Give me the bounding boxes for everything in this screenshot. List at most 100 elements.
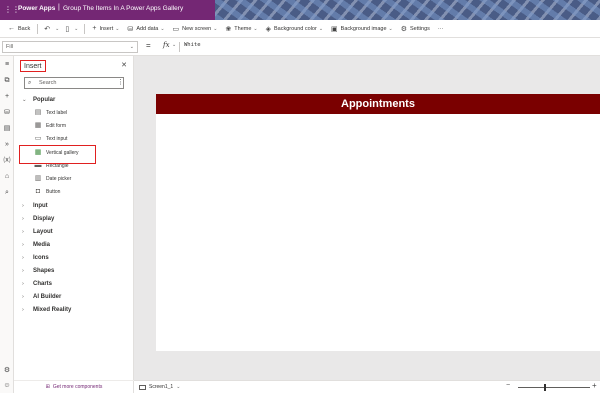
document-title: Group The Items In A Power Apps Gallery xyxy=(63,5,184,12)
insert-item-text-input[interactable]: ▭ Text input xyxy=(34,132,128,145)
gear-icon: ⚙ xyxy=(400,25,408,33)
settings-label: Settings xyxy=(410,25,430,32)
title-separator: | xyxy=(58,4,60,11)
paste-button[interactable]: ▯ ⌄ xyxy=(62,20,81,38)
title-bar-pattern xyxy=(215,0,600,20)
category-charts[interactable]: › Charts xyxy=(14,277,132,290)
power-automate-icon[interactable]: » xyxy=(2,140,12,150)
formula-input[interactable]: White xyxy=(184,42,201,48)
category-media[interactable]: › Media xyxy=(14,238,132,251)
category-popular[interactable]: ⌄ Popular xyxy=(14,93,132,106)
close-icon[interactable]: ✕ xyxy=(121,61,127,69)
chevron-down-icon[interactable]: ⌄ xyxy=(172,42,176,48)
insert-button[interactable]: + Insert ⌄ xyxy=(88,20,123,38)
search-placeholder: Search xyxy=(39,80,57,86)
app-screen[interactable]: Appointments xyxy=(156,94,600,351)
add-data-label: Add data xyxy=(136,25,159,32)
add-data-button[interactable]: ⛁ Add data ⌄ xyxy=(123,20,168,38)
category-layout[interactable]: › Layout xyxy=(14,225,132,238)
insert-item-label: Edit form xyxy=(46,122,67,129)
divider xyxy=(179,42,180,52)
more-icon: ··· xyxy=(437,25,444,32)
property-dropdown[interactable]: Fill ⌄ xyxy=(2,41,138,53)
screen-selector[interactable]: Screen1_1 ⌄ xyxy=(139,383,180,392)
search-input[interactable]: ⌕ Search xyxy=(24,77,124,89)
text-input-icon: ▭ xyxy=(34,134,42,142)
formula-bar: Fill ⌄ = fx ⌄ White xyxy=(0,38,600,56)
category-label: Input xyxy=(33,202,48,209)
category-ai-builder[interactable]: › AI Builder xyxy=(14,290,132,303)
chevron-down-icon: ⌄ xyxy=(388,25,393,32)
get-more-label: Get more components xyxy=(52,384,103,390)
settings-button[interactable]: ⚙ Settings xyxy=(397,20,434,38)
zoom-slider-thumb[interactable] xyxy=(544,384,546,391)
get-more-components-link[interactable]: ⊞ Get more components xyxy=(14,380,134,393)
theme-button[interactable]: ❀ Theme ⌄ xyxy=(221,20,261,38)
image-icon: ▣ xyxy=(331,25,338,33)
search-icon: ⌕ xyxy=(28,80,32,86)
background-image-button[interactable]: ▣ Background image ⌄ xyxy=(327,20,397,38)
more-vertical-icon[interactable]: ⋮ xyxy=(117,78,124,86)
undo-icon: ↶ xyxy=(44,25,51,33)
paste-icon: ▯ xyxy=(65,25,70,33)
waffle-icon[interactable]: ⋮⋮ xyxy=(4,5,20,15)
insert-panel-title: Insert xyxy=(20,60,46,72)
chevron-right-icon: › xyxy=(22,293,24,300)
category-label: AI Builder xyxy=(33,293,62,300)
chevron-right-icon: › xyxy=(22,306,24,313)
chevron-down-icon: ⌄ xyxy=(74,25,79,32)
insert-item-text-label[interactable]: ▤ Text label xyxy=(34,106,128,119)
equals-sign: = xyxy=(146,41,151,50)
new-screen-button[interactable]: ▭ New screen ⌄ xyxy=(169,20,222,38)
category-label: Popular xyxy=(33,96,56,103)
undo-button[interactable]: ↶ ⌄ xyxy=(41,20,62,38)
account-icon[interactable]: ☺ xyxy=(2,381,12,391)
screen-name: Screen1_1 xyxy=(149,384,174,390)
new-screen-icon: ▭ xyxy=(172,25,180,33)
chevron-down-icon: ⌄ xyxy=(213,25,218,32)
category-mixed-reality[interactable]: › Mixed Reality xyxy=(14,303,132,316)
highlight-box xyxy=(19,145,96,164)
search-icon[interactable]: ⌕ xyxy=(2,188,12,198)
category-icons[interactable]: › Icons xyxy=(14,251,132,264)
chevron-right-icon: › xyxy=(22,254,24,261)
data-icon[interactable]: ⛁ xyxy=(2,108,12,118)
property-name: Fill xyxy=(6,44,14,50)
zoom-in-button[interactable]: + xyxy=(592,381,597,390)
hamburger-icon[interactable]: ≡ xyxy=(2,60,12,70)
back-button[interactable]: ← Back xyxy=(4,20,34,38)
media-icon[interactable]: ▤ xyxy=(2,124,12,134)
button-icon: ◘ xyxy=(35,187,41,195)
insert-item-label: Button xyxy=(46,188,61,195)
zoom-out-button[interactable]: − xyxy=(506,382,510,389)
header-label[interactable]: Appointments xyxy=(156,94,600,114)
insert-item-date-picker[interactable]: ▥ Date picker xyxy=(34,172,128,185)
variables-icon[interactable]: ⒳ xyxy=(2,156,12,166)
more-button[interactable]: ··· xyxy=(434,20,448,38)
category-input[interactable]: › Input xyxy=(14,199,132,212)
category-display[interactable]: › Display xyxy=(14,212,132,225)
background-color-button[interactable]: ◈ Background color ⌄ xyxy=(262,20,327,38)
chevron-right-icon: › xyxy=(22,280,24,287)
plus-icon: + xyxy=(92,25,97,32)
paint-bucket-icon: ◈ xyxy=(265,25,272,33)
chevron-down-icon: ⌄ xyxy=(176,384,181,390)
new-screen-label: New screen xyxy=(182,25,212,32)
category-label: Icons xyxy=(33,254,49,261)
theme-label: Theme xyxy=(234,25,252,32)
chevron-down-icon: ⌄ xyxy=(160,25,165,32)
add-components-icon: ⊞ xyxy=(45,384,50,390)
insert-item-label: Text label xyxy=(46,109,68,116)
category-shapes[interactable]: › Shapes xyxy=(14,264,132,277)
insert-item-button[interactable]: ◘ Button xyxy=(34,185,128,198)
title-bar: ⋮⋮ Power Apps | Group The Items In A Pow… xyxy=(0,0,600,20)
insert-item-edit-form[interactable]: ▦ Edit form xyxy=(34,119,128,132)
fx-icon[interactable]: fx xyxy=(163,41,170,49)
settings-icon[interactable]: ⚙ xyxy=(2,366,12,376)
tree-view-icon[interactable]: ⧉ xyxy=(2,76,12,86)
chevron-down-icon: ⌄ xyxy=(129,44,134,50)
category-label: Charts xyxy=(33,280,53,287)
tools-icon[interactable]: ⌂ xyxy=(2,172,12,182)
zoom-slider[interactable] xyxy=(518,387,590,388)
insert-plus-icon[interactable]: + xyxy=(2,92,12,102)
